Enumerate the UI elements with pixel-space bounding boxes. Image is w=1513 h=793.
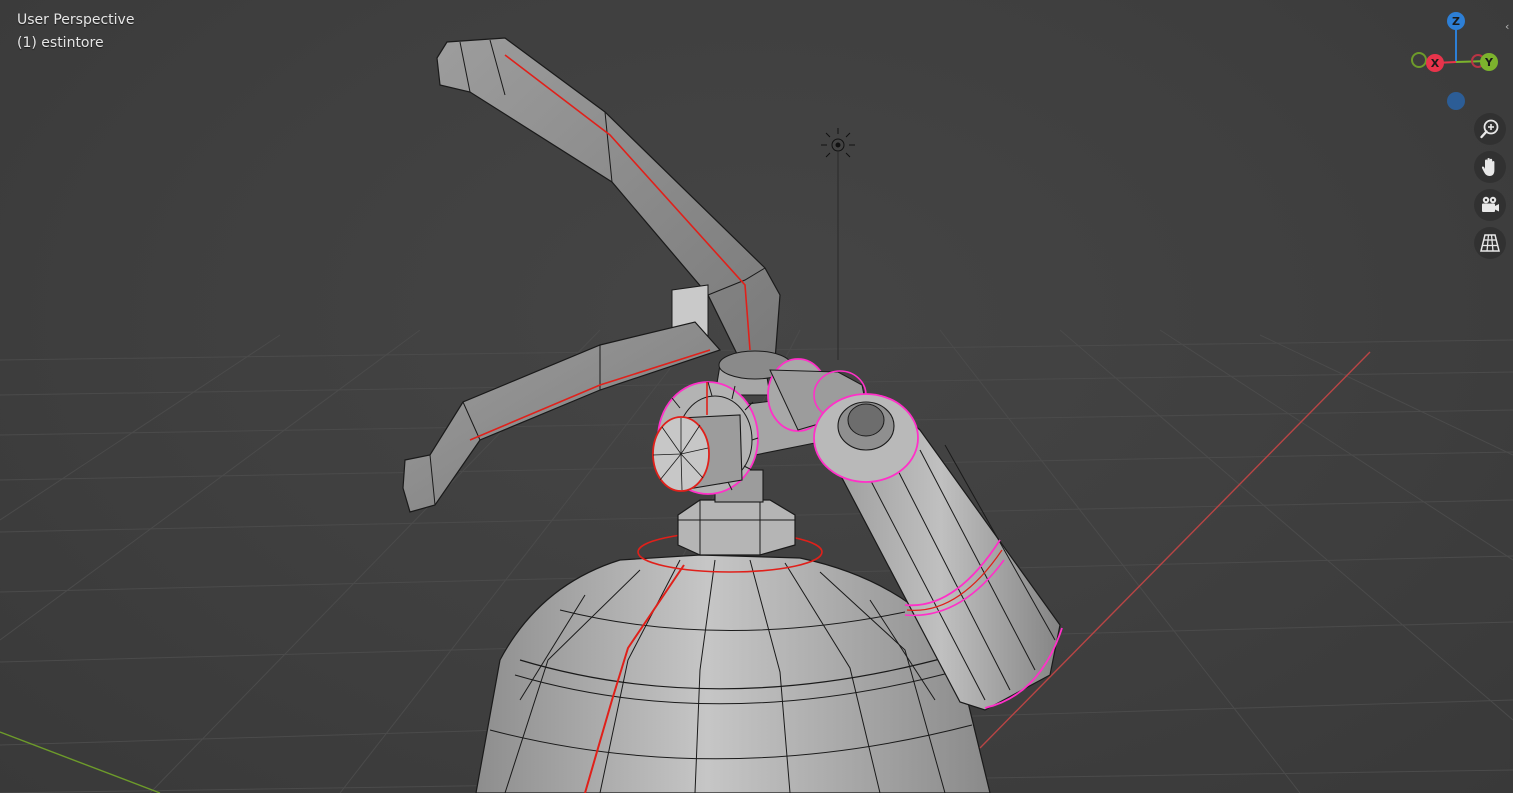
valve-front-cap[interactable] xyxy=(652,414,743,492)
extinguisher-mesh[interactable] xyxy=(402,37,1063,793)
neg-z-axis-handle[interactable] xyxy=(1447,92,1465,110)
active-object-label: (1) estintore xyxy=(17,35,104,51)
3d-viewport[interactable]: User Perspective (1) estintore Z X Y ‹ xyxy=(0,0,1513,793)
sidebar-toggle-arrow-icon[interactable]: ‹ xyxy=(1505,20,1513,34)
light-object[interactable] xyxy=(821,128,855,360)
navigation-gizmo[interactable]: Z X Y xyxy=(1405,8,1513,116)
ortho-toggle-button[interactable] xyxy=(1474,227,1506,259)
y-axis-label: Y xyxy=(1484,56,1494,69)
scene-canvas[interactable] xyxy=(0,0,1513,793)
x-axis-line xyxy=(979,351,1371,749)
x-axis-label: X xyxy=(1431,57,1440,70)
upper-handle xyxy=(436,37,781,361)
view-name-label: User Perspective xyxy=(17,12,135,28)
grid-icon xyxy=(1480,234,1500,252)
hand-icon xyxy=(1481,158,1495,176)
zoom-icon xyxy=(1480,119,1499,139)
pan-button[interactable] xyxy=(1474,151,1506,183)
camera-view-button[interactable] xyxy=(1474,189,1506,221)
camera-icon xyxy=(1482,196,1499,212)
z-axis-label: Z xyxy=(1452,15,1460,28)
zoom-button[interactable] xyxy=(1474,113,1506,145)
neg-y-axis-handle[interactable] xyxy=(1411,52,1427,68)
